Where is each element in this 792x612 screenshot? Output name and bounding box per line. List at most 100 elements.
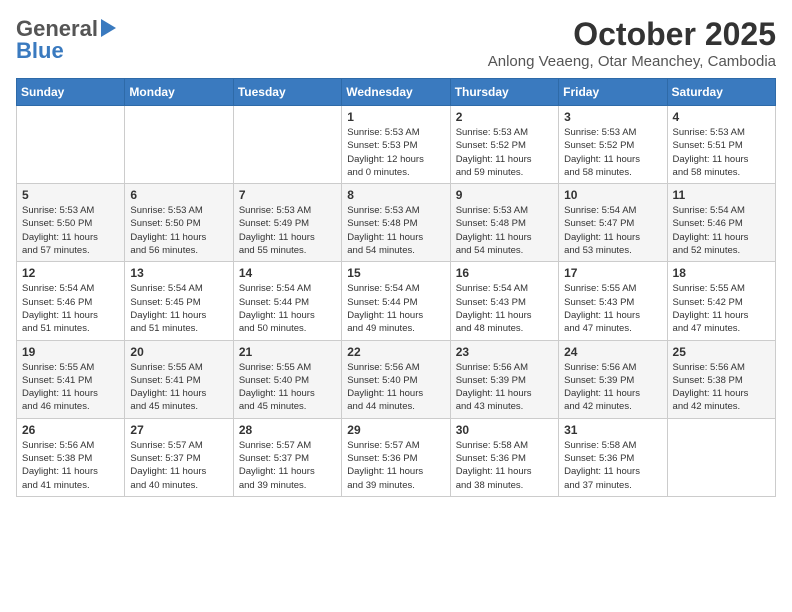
calendar-week-row: 5 Sunrise: 5:53 AM Sunset: 5:50 PM Daylig… xyxy=(17,184,776,262)
day-info: Sunrise: 5:53 AM Sunset: 5:52 PM Dayligh… xyxy=(456,126,553,179)
day-number: 15 xyxy=(347,266,444,280)
calendar-cell: 8 Sunrise: 5:53 AM Sunset: 5:48 PM Daylig… xyxy=(342,184,450,262)
calendar-cell: 13Sunrise: 5:54 AM Sunset: 5:45 PM Dayli… xyxy=(125,262,233,340)
day-info: Sunrise: 5:56 AM Sunset: 5:38 PM Dayligh… xyxy=(22,439,119,492)
day-number: 2 xyxy=(456,110,553,124)
day-number: 1 xyxy=(347,110,444,124)
calendar-cell: 25Sunrise: 5:56 AM Sunset: 5:38 PM Dayli… xyxy=(667,340,775,418)
calendar-week-row: 26 Sunrise: 5:56 AM Sunset: 5:38 PM Dayli… xyxy=(17,418,776,496)
calendar-cell: 20 Sunrise: 5:55 AM Sunset: 5:41 PM Dayli… xyxy=(125,340,233,418)
calendar-cell: 15 Sunrise: 5:54 AM Sunset: 5:44 PM Dayli… xyxy=(342,262,450,340)
day-info: Sunrise: 5:58 AM Sunset: 5:36 PM Dayligh… xyxy=(456,439,553,492)
calendar-cell: 26 Sunrise: 5:56 AM Sunset: 5:38 PM Dayli… xyxy=(17,418,125,496)
day-info: Sunrise: 5:56 AM Sunset: 5:40 PM Dayligh… xyxy=(347,361,444,414)
logo-arrow-icon xyxy=(101,19,116,37)
day-info: Sunrise: 5:53 AM Sunset: 5:48 PM Dayligh… xyxy=(347,204,444,257)
day-info: Sunrise: 5:54 AM Sunset: 5:44 PM Dayligh… xyxy=(239,282,336,335)
calendar-cell: 19 Sunrise: 5:55 AM Sunset: 5:41 PM Dayli… xyxy=(17,340,125,418)
day-number: 5 xyxy=(22,188,119,202)
day-number: 8 xyxy=(347,188,444,202)
calendar-cell: 29 Sunrise: 5:57 AM Sunset: 5:36 PM Dayli… xyxy=(342,418,450,496)
calendar-cell: 11Sunrise: 5:54 AM Sunset: 5:46 PM Dayli… xyxy=(667,184,775,262)
location-subtitle: Anlong Veaeng, Otar Meanchey, Cambodia xyxy=(488,53,776,70)
day-number: 18 xyxy=(673,266,770,280)
calendar-cell: 2 Sunrise: 5:53 AM Sunset: 5:52 PM Daylig… xyxy=(450,106,558,184)
day-number: 20 xyxy=(130,345,227,359)
calendar-week-row: 1Sunrise: 5:53 AM Sunset: 5:53 PM Daylig… xyxy=(17,106,776,184)
day-number: 17 xyxy=(564,266,661,280)
day-number: 7 xyxy=(239,188,336,202)
day-info: Sunrise: 5:55 AM Sunset: 5:40 PM Dayligh… xyxy=(239,361,336,414)
day-info: Sunrise: 5:54 AM Sunset: 5:44 PM Dayligh… xyxy=(347,282,444,335)
day-info: Sunrise: 5:54 AM Sunset: 5:47 PM Dayligh… xyxy=(564,204,661,257)
day-info: Sunrise: 5:53 AM Sunset: 5:51 PM Dayligh… xyxy=(673,126,770,179)
day-number: 24 xyxy=(564,345,661,359)
day-number: 26 xyxy=(22,423,119,437)
day-number: 19 xyxy=(22,345,119,359)
calendar-cell: 28 Sunrise: 5:57 AM Sunset: 5:37 PM Dayli… xyxy=(233,418,341,496)
calendar-cell: 18 Sunrise: 5:55 AM Sunset: 5:42 PM Dayli… xyxy=(667,262,775,340)
day-number: 31 xyxy=(564,423,661,437)
day-info: Sunrise: 5:56 AM Sunset: 5:39 PM Dayligh… xyxy=(564,361,661,414)
day-number: 30 xyxy=(456,423,553,437)
calendar-cell xyxy=(125,106,233,184)
calendar-cell xyxy=(17,106,125,184)
weekday-header: Saturday xyxy=(667,79,775,106)
calendar-cell: 4 Sunrise: 5:53 AM Sunset: 5:51 PM Daylig… xyxy=(667,106,775,184)
calendar-cell: 14 Sunrise: 5:54 AM Sunset: 5:44 PM Dayli… xyxy=(233,262,341,340)
calendar-cell: 17 Sunrise: 5:55 AM Sunset: 5:43 PM Dayli… xyxy=(559,262,667,340)
weekday-header: Wednesday xyxy=(342,79,450,106)
day-number: 16 xyxy=(456,266,553,280)
day-info: Sunrise: 5:57 AM Sunset: 5:37 PM Dayligh… xyxy=(239,439,336,492)
calendar-week-row: 12 Sunrise: 5:54 AM Sunset: 5:46 PM Dayli… xyxy=(17,262,776,340)
day-number: 27 xyxy=(130,423,227,437)
day-info: Sunrise: 5:53 AM Sunset: 5:50 PM Dayligh… xyxy=(130,204,227,257)
day-info: Sunrise: 5:56 AM Sunset: 5:38 PM Dayligh… xyxy=(673,361,770,414)
day-info: Sunrise: 5:53 AM Sunset: 5:49 PM Dayligh… xyxy=(239,204,336,257)
calendar-cell: 10Sunrise: 5:54 AM Sunset: 5:47 PM Dayli… xyxy=(559,184,667,262)
day-info: Sunrise: 5:54 AM Sunset: 5:46 PM Dayligh… xyxy=(673,204,770,257)
calendar-cell: 7 Sunrise: 5:53 AM Sunset: 5:49 PM Daylig… xyxy=(233,184,341,262)
logo-blue: Blue xyxy=(16,38,64,64)
weekday-header: Tuesday xyxy=(233,79,341,106)
day-number: 23 xyxy=(456,345,553,359)
day-number: 28 xyxy=(239,423,336,437)
calendar-cell xyxy=(667,418,775,496)
day-info: Sunrise: 5:58 AM Sunset: 5:36 PM Dayligh… xyxy=(564,439,661,492)
calendar-cell: 27Sunrise: 5:57 AM Sunset: 5:37 PM Dayli… xyxy=(125,418,233,496)
day-number: 4 xyxy=(673,110,770,124)
calendar-cell: 23 Sunrise: 5:56 AM Sunset: 5:39 PM Dayli… xyxy=(450,340,558,418)
day-number: 21 xyxy=(239,345,336,359)
day-number: 29 xyxy=(347,423,444,437)
weekday-header: Friday xyxy=(559,79,667,106)
day-info: Sunrise: 5:55 AM Sunset: 5:41 PM Dayligh… xyxy=(130,361,227,414)
day-info: Sunrise: 5:57 AM Sunset: 5:36 PM Dayligh… xyxy=(347,439,444,492)
day-info: Sunrise: 5:55 AM Sunset: 5:42 PM Dayligh… xyxy=(673,282,770,335)
day-number: 22 xyxy=(347,345,444,359)
calendar-cell: 9Sunrise: 5:53 AM Sunset: 5:48 PM Daylig… xyxy=(450,184,558,262)
day-info: Sunrise: 5:55 AM Sunset: 5:41 PM Dayligh… xyxy=(22,361,119,414)
month-title: October 2025 xyxy=(488,16,776,53)
day-info: Sunrise: 5:54 AM Sunset: 5:46 PM Dayligh… xyxy=(22,282,119,335)
weekday-header-row: SundayMondayTuesdayWednesdayThursdayFrid… xyxy=(17,79,776,106)
calendar-cell: 3 Sunrise: 5:53 AM Sunset: 5:52 PM Daylig… xyxy=(559,106,667,184)
day-info: Sunrise: 5:53 AM Sunset: 5:52 PM Dayligh… xyxy=(564,126,661,179)
day-info: Sunrise: 5:56 AM Sunset: 5:39 PM Dayligh… xyxy=(456,361,553,414)
title-block: October 2025 Anlong Veaeng, Otar Meanche… xyxy=(488,16,776,70)
calendar-cell: 5 Sunrise: 5:53 AM Sunset: 5:50 PM Daylig… xyxy=(17,184,125,262)
day-info: Sunrise: 5:53 AM Sunset: 5:50 PM Dayligh… xyxy=(22,204,119,257)
calendar-cell: 6 Sunrise: 5:53 AM Sunset: 5:50 PM Daylig… xyxy=(125,184,233,262)
day-number: 6 xyxy=(130,188,227,202)
day-number: 12 xyxy=(22,266,119,280)
day-number: 3 xyxy=(564,110,661,124)
calendar-cell: 31 Sunrise: 5:58 AM Sunset: 5:36 PM Dayli… xyxy=(559,418,667,496)
calendar-cell: 24 Sunrise: 5:56 AM Sunset: 5:39 PM Dayli… xyxy=(559,340,667,418)
calendar-cell: 16Sunrise: 5:54 AM Sunset: 5:43 PM Dayli… xyxy=(450,262,558,340)
day-info: Sunrise: 5:54 AM Sunset: 5:45 PM Dayligh… xyxy=(130,282,227,335)
logo: General Blue xyxy=(16,16,116,64)
day-info: Sunrise: 5:55 AM Sunset: 5:43 PM Dayligh… xyxy=(564,282,661,335)
calendar-cell: 12 Sunrise: 5:54 AM Sunset: 5:46 PM Dayli… xyxy=(17,262,125,340)
day-info: Sunrise: 5:53 AM Sunset: 5:48 PM Dayligh… xyxy=(456,204,553,257)
calendar-week-row: 19 Sunrise: 5:55 AM Sunset: 5:41 PM Dayli… xyxy=(17,340,776,418)
day-number: 14 xyxy=(239,266,336,280)
